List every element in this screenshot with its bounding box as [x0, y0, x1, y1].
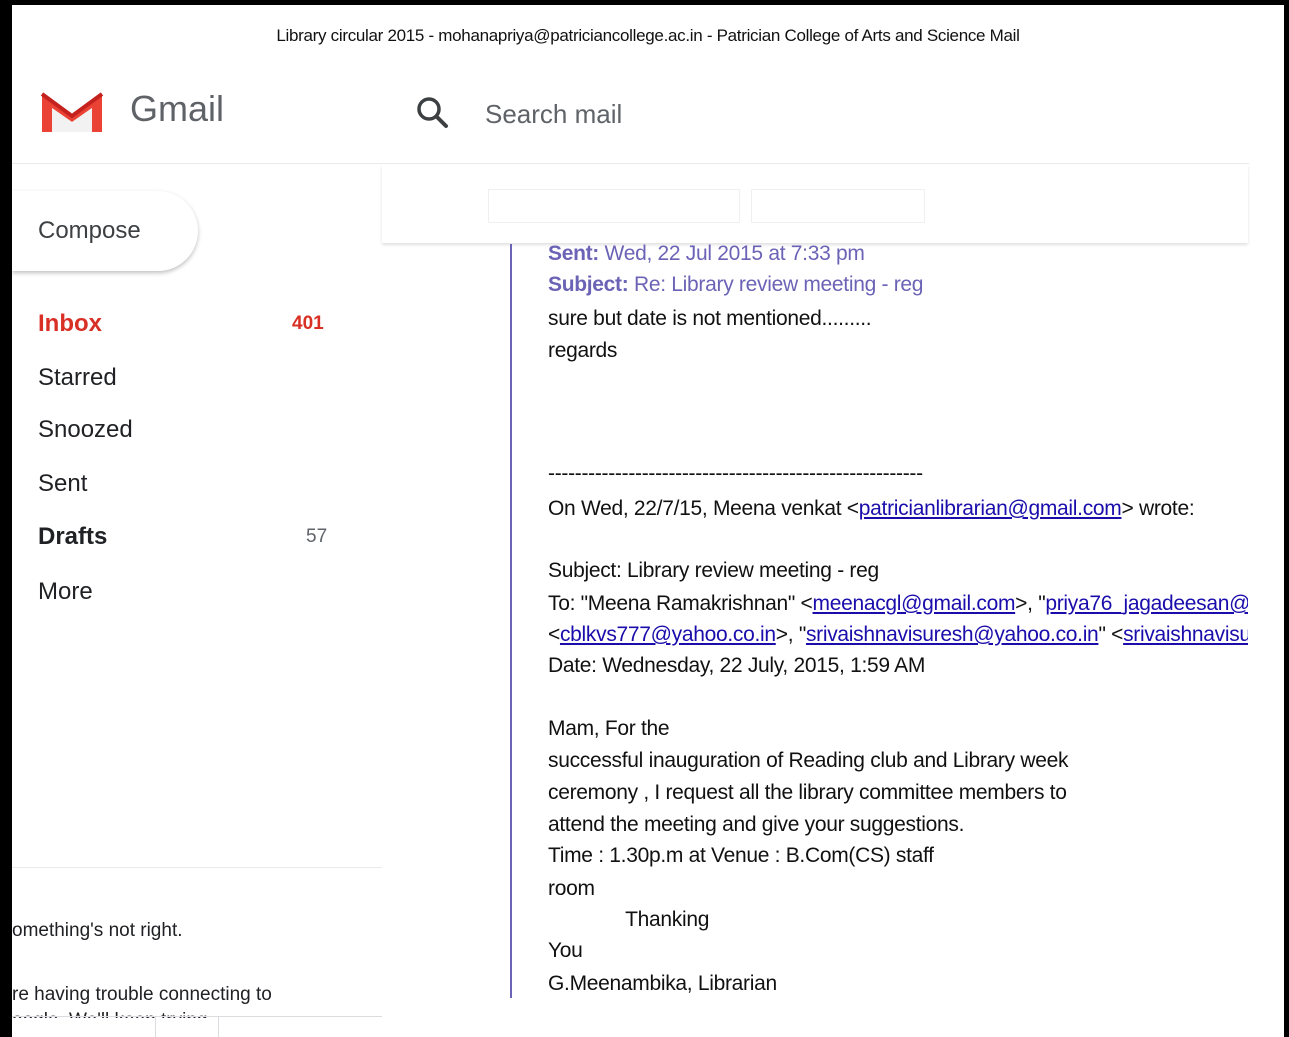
- drafts-count: 57: [306, 526, 328, 547]
- body-line: Mam, For the: [548, 717, 670, 740]
- sidebar-item-label: More: [38, 578, 93, 605]
- compose-button[interactable]: Compose: [12, 191, 198, 271]
- subject-label: Subject:: [548, 273, 629, 296]
- sidebar-item-sent[interactable]: Sent: [38, 464, 338, 504]
- quote-header-suffix: > wrote:: [1121, 497, 1195, 520]
- subject-value: Re: Library review meeting - reg: [628, 273, 924, 296]
- sidebar-item-label: Starred: [38, 364, 117, 391]
- sidebar-item-drafts[interactable]: Drafts 57: [38, 517, 338, 557]
- toolbar-button-2[interactable]: [751, 189, 925, 223]
- body-line: successful inauguration of Reading club …: [548, 749, 1069, 772]
- sidebar-item-label: Snoozed: [38, 416, 133, 443]
- search-input[interactable]: [483, 94, 987, 134]
- sidebar-item-label: Drafts: [38, 523, 108, 550]
- message-toolbar: [382, 165, 1248, 243]
- to-line: To: "Meena Ramakrishnan" <meenacgl@gmail…: [548, 592, 1248, 616]
- subject-line: Subject: Re: Library review meeting - re…: [548, 273, 1248, 297]
- body-line: You: [548, 939, 583, 962]
- recipient-email-link[interactable]: srivaishnavisuresh@yahoo.co.in: [806, 623, 1099, 646]
- recipient-email-link[interactable]: priya76_jagadeesan@yahoo.co.in: [1045, 592, 1248, 615]
- reply-text: sure but date is not mentioned.........: [548, 307, 872, 330]
- body-line: ceremony , I request all the library com…: [548, 781, 1067, 804]
- cc-separator: >, ": [775, 623, 806, 646]
- window-title: Library circular 2015 - mohanapriya@patr…: [276, 26, 1020, 45]
- sidebar-item-snoozed[interactable]: Snoozed: [38, 410, 338, 450]
- quote-bar: [510, 244, 512, 998]
- body-line: room: [548, 877, 595, 900]
- inbox-unread-count: 401: [292, 313, 324, 334]
- sent-value: Wed, 22 Jul 2015 at 7:33 pm: [599, 242, 865, 265]
- cc-line: <cblkvs777@yahoo.co.in>, "srivaishnavisu…: [548, 623, 1248, 647]
- recipient-email-link[interactable]: meenacgl@gmail.com: [813, 592, 1016, 615]
- quote-separator: ----------------------------------------…: [548, 462, 923, 485]
- signature: G.Meenambika, Librarian: [548, 972, 777, 995]
- cc-prefix: <: [548, 623, 560, 646]
- sent-label: Sent:: [548, 242, 600, 265]
- orig-subject: Subject: Library review meeting - reg: [548, 559, 879, 582]
- search-icon[interactable]: [414, 94, 450, 130]
- sidebar-divider: [12, 867, 382, 868]
- quote-header-prefix: On Wed, 22/7/15, Meena venkat <: [548, 497, 859, 520]
- recipient-email-link[interactable]: srivaishnavisuresh@yahoo.co.in: [1123, 623, 1248, 646]
- to-prefix: To: "Meena Ramakrishnan" <: [548, 592, 813, 615]
- body-line: Thanking: [548, 908, 710, 931]
- sidebar-item-inbox[interactable]: Inbox 401: [38, 304, 338, 344]
- sidebar-item-more[interactable]: More: [38, 572, 338, 612]
- connection-error-title: omething's not right.: [12, 920, 183, 941]
- gmail-wordmark[interactable]: Gmail: [130, 88, 224, 130]
- body-line: Time : 1.30p.m at Venue : B.Com(CS) staf…: [548, 844, 934, 867]
- sidebar-bottom-tab[interactable]: [155, 1017, 219, 1037]
- toolbar-button-1[interactable]: [488, 189, 740, 223]
- sent-line: Sent: Wed, 22 Jul 2015 at 7:33 pm: [548, 242, 1248, 266]
- connection-error-text: re having trouble connecting to: [12, 984, 272, 1005]
- date-line: Date: Wednesday, 22 July, 2015, 1:59 AM: [548, 654, 926, 677]
- sidebar-item-label: Sent: [38, 470, 88, 497]
- to-separator: >, ": [1015, 592, 1046, 615]
- quote-header: On Wed, 22/7/15, Meena venkat <patrician…: [548, 497, 1248, 521]
- header-divider: [12, 163, 1249, 164]
- sidebar-item-starred[interactable]: Starred: [38, 358, 338, 398]
- recipient-email-link[interactable]: cblkvs777@yahoo.co.in: [560, 623, 776, 646]
- reply-text: regards: [548, 339, 618, 362]
- gmail-logo-icon[interactable]: [38, 88, 106, 136]
- cc-separator: " <: [1098, 623, 1124, 646]
- sender-email-link[interactable]: patricianlibrarian@gmail.com: [859, 497, 1122, 520]
- body-line: attend the meeting and give your suggest…: [548, 813, 965, 836]
- sidebar-item-label: Inbox: [38, 310, 102, 337]
